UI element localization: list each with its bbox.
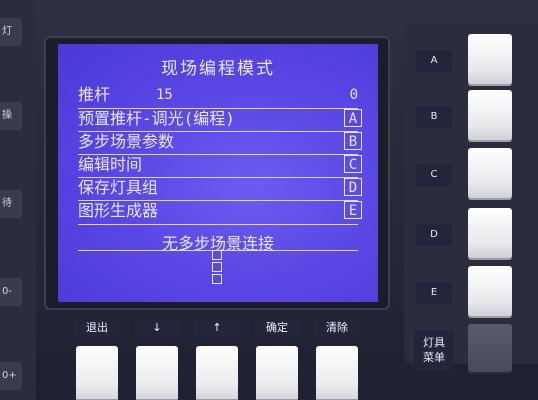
left-button-4[interactable]: 0- [0, 278, 22, 306]
function-key-d-label: D [416, 224, 452, 246]
down-key-label: ↓ [134, 318, 180, 338]
menu-row-d-label: 保存灯具组 [78, 178, 159, 197]
menu-row-a-tag: A [344, 109, 362, 127]
lcd-screen: 现场编程模式 推杆 15 0 预置推杆-调光(编程) A 多步场景参数 B 编辑… [58, 44, 378, 302]
up-key-label: ↑ [194, 318, 240, 338]
left-button-3[interactable]: 待 [0, 190, 22, 218]
left-button-5[interactable]: 0+ [0, 362, 22, 390]
confirm-key[interactable] [256, 346, 298, 400]
scroll-box-icon [212, 250, 222, 260]
exit-key-label: 退出 [74, 318, 120, 338]
fixture-menu-label-line2: 菜单 [423, 351, 445, 364]
menu-row-a-label: 预置推杆-调光(编程) [78, 109, 235, 128]
fader-value: 15 [156, 87, 173, 103]
fixture-menu-button[interactable] [468, 324, 512, 372]
fader-right-value: 0 [349, 87, 358, 103]
menu-row-c-tag: C [344, 155, 362, 173]
fader-row: 推杆 15 0 [78, 84, 362, 106]
function-key-b-label: B [416, 106, 452, 128]
left-button-rail: 灯 操 待 0- 0+ [0, 0, 36, 400]
function-key-a[interactable] [468, 34, 512, 84]
function-key-e-label: E [416, 282, 452, 304]
fixture-menu-label-line1: 灯具 [423, 336, 445, 349]
screen-title: 现场编程模式 [161, 59, 275, 79]
scroll-box-icon [212, 274, 222, 284]
clear-key[interactable] [316, 346, 358, 400]
function-key-a-label: A [416, 50, 452, 72]
divider [78, 224, 358, 225]
left-button-2[interactable]: 操 [0, 102, 22, 130]
menu-row-d[interactable]: 保存灯具组 D [78, 177, 362, 199]
menu-row-a[interactable]: 预置推杆-调光(编程) A [78, 108, 362, 130]
scroll-indicator [212, 250, 224, 290]
confirm-key-label: 确定 [254, 318, 300, 338]
clear-key-label: 清除 [314, 318, 360, 338]
menu-row-e-label: 图形生成器 [78, 201, 159, 220]
menu-row-b-label: 多步场景参数 [78, 132, 175, 151]
function-key-d[interactable] [468, 208, 512, 258]
fader-label: 推杆 [78, 85, 111, 104]
menu-row-b-tag: B [344, 132, 362, 150]
scroll-box-icon [212, 262, 222, 272]
menu-row-b[interactable]: 多步场景参数 B [78, 131, 362, 153]
down-key[interactable] [136, 346, 178, 400]
up-key[interactable] [196, 346, 238, 400]
menu-row-e-tag: E [344, 201, 362, 219]
function-key-b[interactable] [468, 90, 512, 140]
fixture-menu-label: 灯具 菜单 [414, 330, 454, 370]
left-button-1[interactable]: 灯 [0, 18, 22, 46]
function-key-e[interactable] [468, 266, 512, 316]
menu-row-c-label: 编辑时间 [78, 155, 143, 174]
function-key-c[interactable] [468, 148, 512, 198]
menu-row-d-tag: D [344, 178, 362, 196]
menu-row-c[interactable]: 编辑时间 C [78, 154, 362, 176]
menu-row-e[interactable]: 图形生成器 E [78, 200, 362, 222]
function-key-c-label: C [416, 164, 452, 186]
exit-key[interactable] [76, 346, 118, 400]
